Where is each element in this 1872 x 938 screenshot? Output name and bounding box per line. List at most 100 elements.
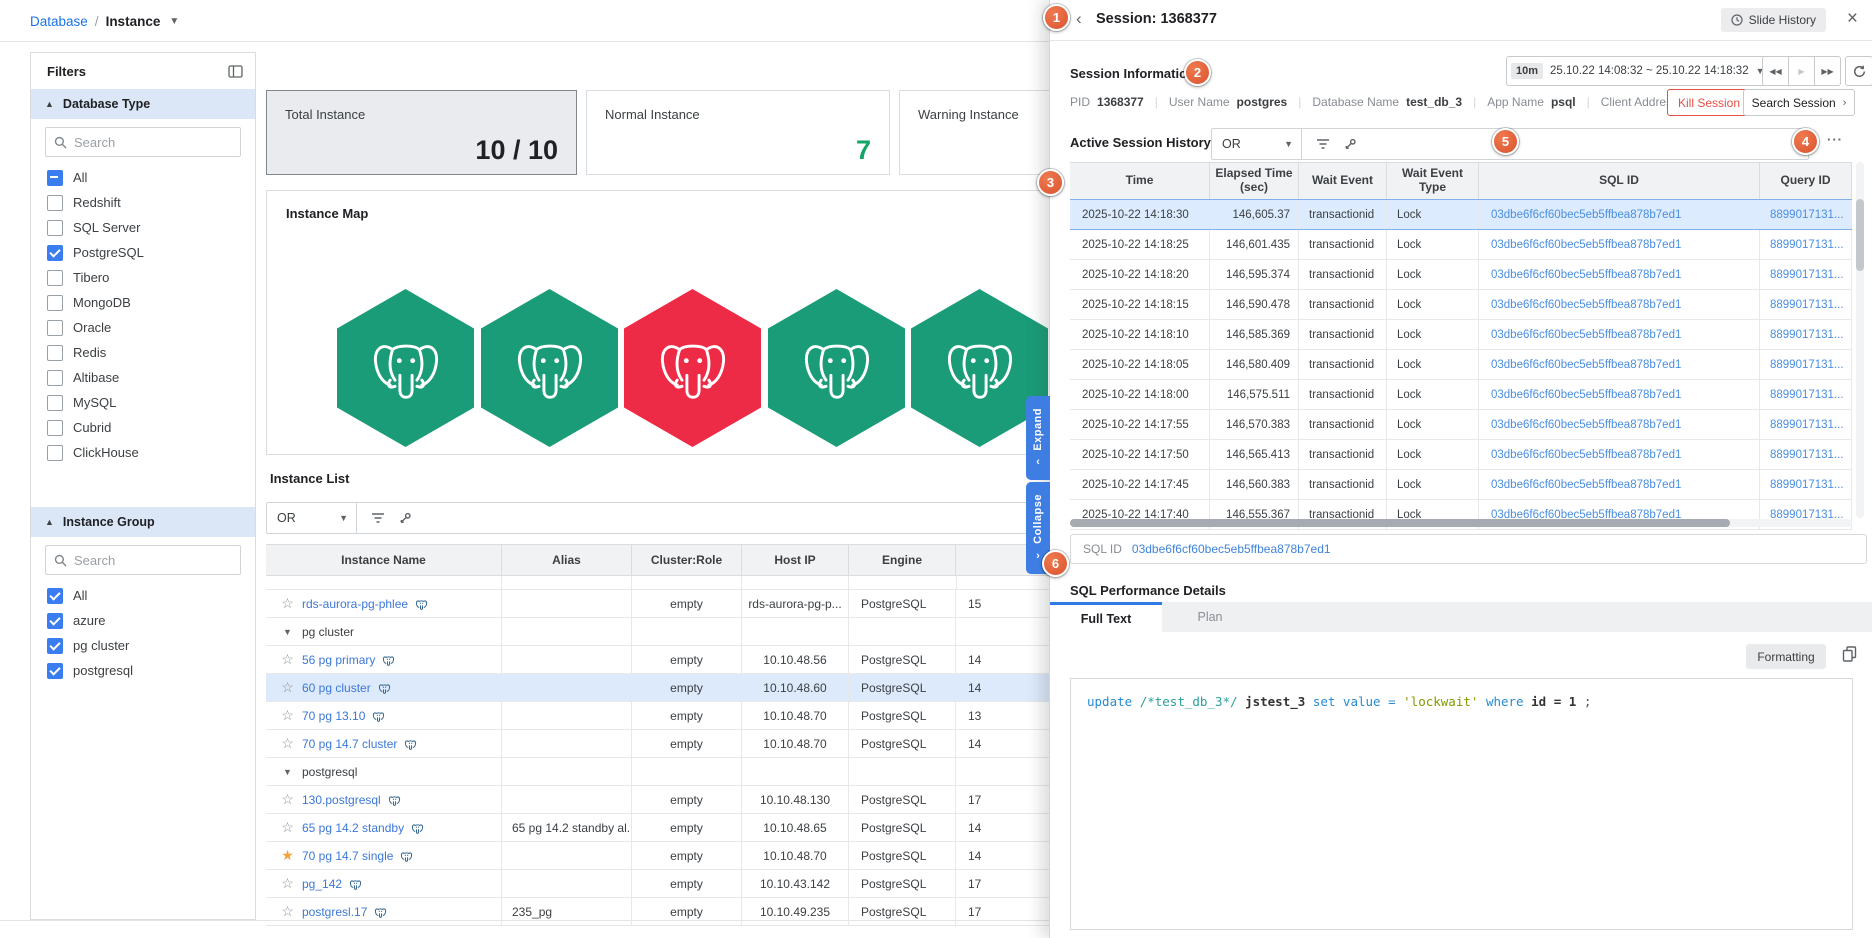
star-icon[interactable]: ☆ xyxy=(280,707,295,724)
refresh-button[interactable] xyxy=(1845,56,1872,86)
star-icon[interactable]: ▼ xyxy=(280,627,295,637)
star-icon[interactable]: ☆ xyxy=(280,595,295,612)
checkbox[interactable] xyxy=(47,270,63,286)
filter-operator-select[interactable]: OR ▼ xyxy=(267,503,357,533)
close-icon[interactable]: × xyxy=(1847,8,1858,30)
step-backward-button[interactable]: ◀◀ xyxy=(1763,57,1789,85)
database-type-option[interactable]: Oracle xyxy=(31,315,255,340)
database-type-option[interactable]: PostgreSQL xyxy=(31,240,255,265)
instance-group-section-header[interactable]: ▲ Instance Group xyxy=(31,507,255,537)
database-type-section-header[interactable]: ▲ Database Type xyxy=(31,89,255,119)
query-id-link[interactable]: 8899017131... xyxy=(1760,230,1852,259)
checkbox[interactable] xyxy=(47,613,63,629)
collapse-panel-icon[interactable] xyxy=(228,65,243,78)
tab-full-text[interactable]: Full Text xyxy=(1050,602,1162,632)
more-options-icon[interactable]: ··· xyxy=(1827,132,1843,147)
pin-icon[interactable] xyxy=(1344,138,1357,151)
formatting-button[interactable]: Formatting xyxy=(1746,644,1826,669)
database-type-option[interactable]: Altibase xyxy=(31,365,255,390)
instance-group-option[interactable]: azure xyxy=(31,608,255,633)
database-type-option[interactable]: All xyxy=(31,165,255,190)
instance-group-option[interactable]: postgresql xyxy=(31,658,255,683)
ash-row[interactable]: 2025-10-22 14:17:55 146,570.383 transact… xyxy=(1070,410,1852,440)
col-engine[interactable]: Engine xyxy=(849,545,956,575)
instance-group-option[interactable]: All xyxy=(31,583,255,608)
total-instance-card[interactable]: Total Instance 10 / 10 xyxy=(266,90,577,175)
step-forward-button[interactable]: ▶▶ xyxy=(1815,57,1840,85)
checkbox[interactable] xyxy=(47,370,63,386)
ash-row[interactable]: 2025-10-22 14:18:30 146,605.37 transacti… xyxy=(1070,199,1852,230)
horizontal-scrollbar[interactable] xyxy=(1070,519,1852,527)
query-id-link[interactable]: 8899017131... xyxy=(1760,290,1852,319)
col-wait-event[interactable]: Wait Event xyxy=(1299,163,1387,199)
checkbox[interactable] xyxy=(47,170,63,186)
database-type-search[interactable]: Search xyxy=(45,127,241,157)
instance-name-link[interactable]: rds-aurora-pg-phlee xyxy=(302,597,408,611)
query-id-link[interactable]: 8899017131... xyxy=(1760,320,1852,349)
expand-tab[interactable]: Expand ‹ xyxy=(1026,396,1050,480)
col-instance-name[interactable]: Instance Name xyxy=(266,545,502,575)
copy-icon[interactable] xyxy=(1842,646,1857,662)
star-icon[interactable]: ☆ xyxy=(280,903,295,920)
tab-plan[interactable]: Plan xyxy=(1162,602,1258,632)
back-icon[interactable]: ‹ xyxy=(1076,9,1082,29)
sql-id-link[interactable]: 03dbe6f6cf60bec5eb5ffbea878b7ed1 xyxy=(1479,290,1760,319)
play-button[interactable]: ▶ xyxy=(1789,57,1815,85)
checkbox[interactable] xyxy=(47,320,63,336)
col-elapsed-time[interactable]: Elapsed Time (sec) xyxy=(1210,163,1299,199)
instance-name-link[interactable]: 130.postgresql xyxy=(302,793,381,807)
instance-name-link[interactable]: 65 pg 14.2 standby xyxy=(302,821,404,835)
col-host-ip[interactable]: Host IP xyxy=(742,545,849,575)
checkbox[interactable] xyxy=(47,195,63,211)
instance-name-link[interactable]: postgresql xyxy=(302,765,357,779)
breadcrumb-instance[interactable]: Instance xyxy=(106,14,161,29)
ash-row[interactable]: 2025-10-22 14:18:15 146,590.478 transact… xyxy=(1070,290,1852,320)
scrollbar-thumb[interactable] xyxy=(1070,519,1730,527)
instance-name-link[interactable]: 56 pg primary xyxy=(302,653,375,667)
vertical-scrollbar[interactable] xyxy=(1856,162,1864,518)
sql-id-value-link[interactable]: 03dbe6f6cf60bec5eb5ffbea878b7ed1 xyxy=(1132,542,1331,556)
star-icon[interactable]: ☆ xyxy=(280,791,295,808)
star-icon[interactable]: ☆ xyxy=(280,651,295,668)
checkbox[interactable] xyxy=(47,445,63,461)
chevron-down-icon[interactable]: ▼ xyxy=(169,16,179,27)
star-icon[interactable]: ☆ xyxy=(280,679,295,696)
time-range-select[interactable]: 10m 25.10.22 14:08:32 ~ 25.10.22 14:18:3… xyxy=(1506,56,1766,86)
database-type-option[interactable]: MongoDB xyxy=(31,290,255,315)
ash-row[interactable]: 2025-10-22 14:18:05 146,580.409 transact… xyxy=(1070,350,1852,380)
sql-id-link[interactable]: 03dbe6f6cf60bec5eb5ffbea878b7ed1 xyxy=(1479,470,1760,499)
sql-id-link[interactable]: 03dbe6f6cf60bec5eb5ffbea878b7ed1 xyxy=(1479,320,1760,349)
instance-group-option[interactable]: pg cluster xyxy=(31,633,255,658)
checkbox[interactable] xyxy=(47,295,63,311)
col-wait-event-type[interactable]: Wait Event Type xyxy=(1387,163,1479,199)
star-icon[interactable]: ☆ xyxy=(280,875,295,892)
slide-history-button[interactable]: Slide History xyxy=(1721,8,1826,32)
checkbox[interactable] xyxy=(47,420,63,436)
ash-row[interactable]: 2025-10-22 14:17:50 146,565.413 transact… xyxy=(1070,440,1852,470)
database-type-option[interactable]: Tibero xyxy=(31,265,255,290)
sql-id-link[interactable]: 03dbe6f6cf60bec5eb5ffbea878b7ed1 xyxy=(1479,440,1760,469)
query-id-link[interactable]: 8899017131... xyxy=(1760,200,1852,229)
database-type-option[interactable]: MySQL xyxy=(31,390,255,415)
sql-full-text[interactable]: update /*test_db_3*/ jstest_3 set value … xyxy=(1070,678,1853,930)
star-icon[interactable]: ☆ xyxy=(280,735,295,752)
instance-name-link[interactable]: 70 pg 14.7 cluster xyxy=(302,737,397,751)
ash-row[interactable]: 2025-10-22 14:18:20 146,595.374 transact… xyxy=(1070,260,1852,290)
ash-row[interactable]: 2025-10-22 14:18:25 146,601.435 transact… xyxy=(1070,230,1852,260)
database-type-option[interactable]: Redis xyxy=(31,340,255,365)
col-alias[interactable]: Alias xyxy=(502,545,632,575)
database-type-option[interactable]: Redshift xyxy=(31,190,255,215)
kill-session-button[interactable]: Kill Session xyxy=(1667,89,1751,116)
checkbox[interactable] xyxy=(47,220,63,236)
col-sql-id[interactable]: SQL ID xyxy=(1479,163,1760,199)
ash-row[interactable]: 2025-10-22 14:18:10 146,585.369 transact… xyxy=(1070,320,1852,350)
checkbox[interactable] xyxy=(47,345,63,361)
sql-id-link[interactable]: 03dbe6f6cf60bec5eb5ffbea878b7ed1 xyxy=(1479,230,1760,259)
instance-name-link[interactable]: pg cluster xyxy=(302,625,354,639)
checkbox[interactable] xyxy=(47,638,63,654)
filter-list-icon[interactable] xyxy=(1316,138,1330,150)
instance-name-link[interactable]: 60 pg cluster xyxy=(302,681,371,695)
col-query-id[interactable]: Query ID xyxy=(1760,163,1852,199)
scrollbar-thumb[interactable] xyxy=(1856,199,1864,271)
sql-id-link[interactable]: 03dbe6f6cf60bec5eb5ffbea878b7ed1 xyxy=(1479,200,1760,229)
